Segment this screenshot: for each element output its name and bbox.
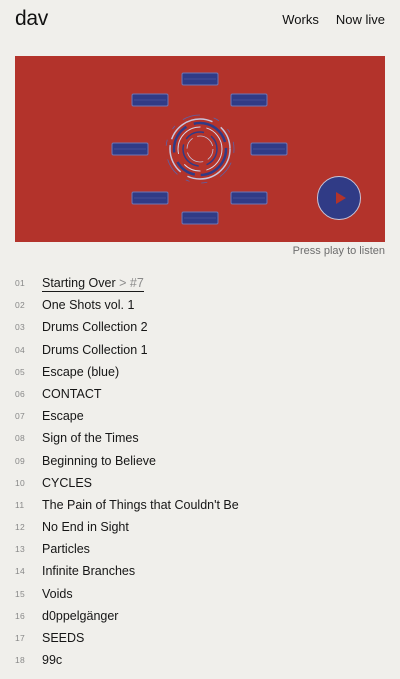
track-title[interactable]: Drums Collection 2 — [42, 320, 148, 334]
track-number: 12 — [15, 522, 26, 533]
track-number: 11 — [15, 499, 25, 510]
track-item[interactable]: 12 No End in Sight — [0, 516, 400, 538]
track-item[interactable]: 02 One Shots vol. 1 — [0, 294, 400, 316]
track-title[interactable]: Beginning to Believe — [42, 454, 156, 468]
track-item[interactable]: 07 Escape — [0, 405, 400, 427]
nav-link-now-live[interactable]: Now live — [336, 12, 385, 27]
track-title[interactable]: Particles — [42, 542, 90, 556]
track-title-text: Starting Over — [42, 276, 116, 290]
track-title[interactable]: One Shots vol. 1 — [42, 298, 134, 312]
track-item[interactable]: 09 Beginning to Believe — [0, 450, 400, 472]
track-number: 16 — [15, 610, 26, 621]
track-number: 05 — [15, 366, 26, 377]
track-title[interactable]: Drums Collection 1 — [42, 343, 148, 357]
audio-visualizer-player[interactable] — [15, 56, 385, 242]
track-title[interactable]: 99c — [42, 653, 62, 667]
track-number: 14 — [15, 566, 26, 577]
track-title[interactable]: Starting Over > #7 — [42, 276, 144, 292]
track-number: 17 — [15, 633, 26, 643]
track-number: 15 — [15, 588, 26, 599]
track-number: 08 — [15, 433, 26, 444]
track-title[interactable]: SEEDS — [42, 631, 84, 645]
track-item[interactable]: 15 Voids — [0, 583, 400, 605]
track-number: 03 — [15, 322, 26, 333]
track-number: 06 — [15, 388, 26, 399]
track-number: 07 — [15, 411, 26, 422]
site-header: dav Works Now live — [0, 0, 400, 40]
track-title[interactable]: Escape (blue) — [42, 365, 119, 379]
player-caption: Press play to listen — [292, 245, 385, 257]
track-sub-label: > #7 — [115, 276, 144, 290]
track-title[interactable]: Sign of the Times — [42, 431, 139, 445]
track-title[interactable]: Escape — [42, 409, 84, 423]
track-item[interactable]: 08 Sign of the Times — [0, 427, 400, 449]
track-title[interactable]: CYCLES — [42, 476, 92, 490]
track-number: 04 — [15, 344, 26, 355]
track-item[interactable]: 03 Drums Collection 2 — [0, 316, 400, 338]
track-title[interactable]: CONTACT — [42, 387, 102, 401]
track-item[interactable]: 16 d0ppelgänger — [0, 605, 400, 627]
track-item[interactable]: 01 Starting Over > #7 — [0, 272, 400, 294]
track-number: 09 — [15, 455, 26, 466]
track-item[interactable]: 11 The Pain of Things that Couldn't Be — [0, 494, 400, 516]
track-number: 18 — [15, 655, 26, 666]
track-title[interactable]: Voids — [42, 587, 73, 601]
track-title[interactable]: d0ppelgänger — [42, 609, 118, 623]
track-item[interactable]: 17 SEEDS — [0, 627, 400, 649]
visualizer-ring — [165, 114, 235, 184]
visualizer-pads — [111, 72, 288, 225]
play-icon — [336, 192, 346, 204]
track-number: 01 — [15, 278, 26, 288]
track-title[interactable]: The Pain of Things that Couldn't Be — [42, 498, 239, 512]
track-title[interactable]: No End in Sight — [42, 520, 129, 534]
track-item[interactable]: 05 Escape (blue) — [0, 361, 400, 383]
track-number: 02 — [15, 300, 26, 311]
track-item[interactable]: 04 Drums Collection 1 — [0, 339, 400, 361]
track-item[interactable]: 14 Infinite Branches — [0, 560, 400, 582]
track-number: 10 — [15, 477, 26, 488]
track-item[interactable]: 18 99c — [0, 649, 400, 671]
main-nav: Works Now live — [282, 12, 385, 27]
site-logo[interactable]: dav — [15, 7, 48, 31]
track-list: 01 Starting Over > #7 02 One Shots vol. … — [0, 272, 400, 671]
nav-link-works[interactable]: Works — [282, 12, 319, 27]
play-button[interactable] — [317, 176, 361, 220]
track-item[interactable]: 13 Particles — [0, 538, 400, 560]
track-title[interactable]: Infinite Branches — [42, 564, 135, 578]
track-number: 13 — [15, 544, 26, 555]
track-item[interactable]: 06 CONTACT — [0, 383, 400, 405]
track-item[interactable]: 10 CYCLES — [0, 472, 400, 494]
